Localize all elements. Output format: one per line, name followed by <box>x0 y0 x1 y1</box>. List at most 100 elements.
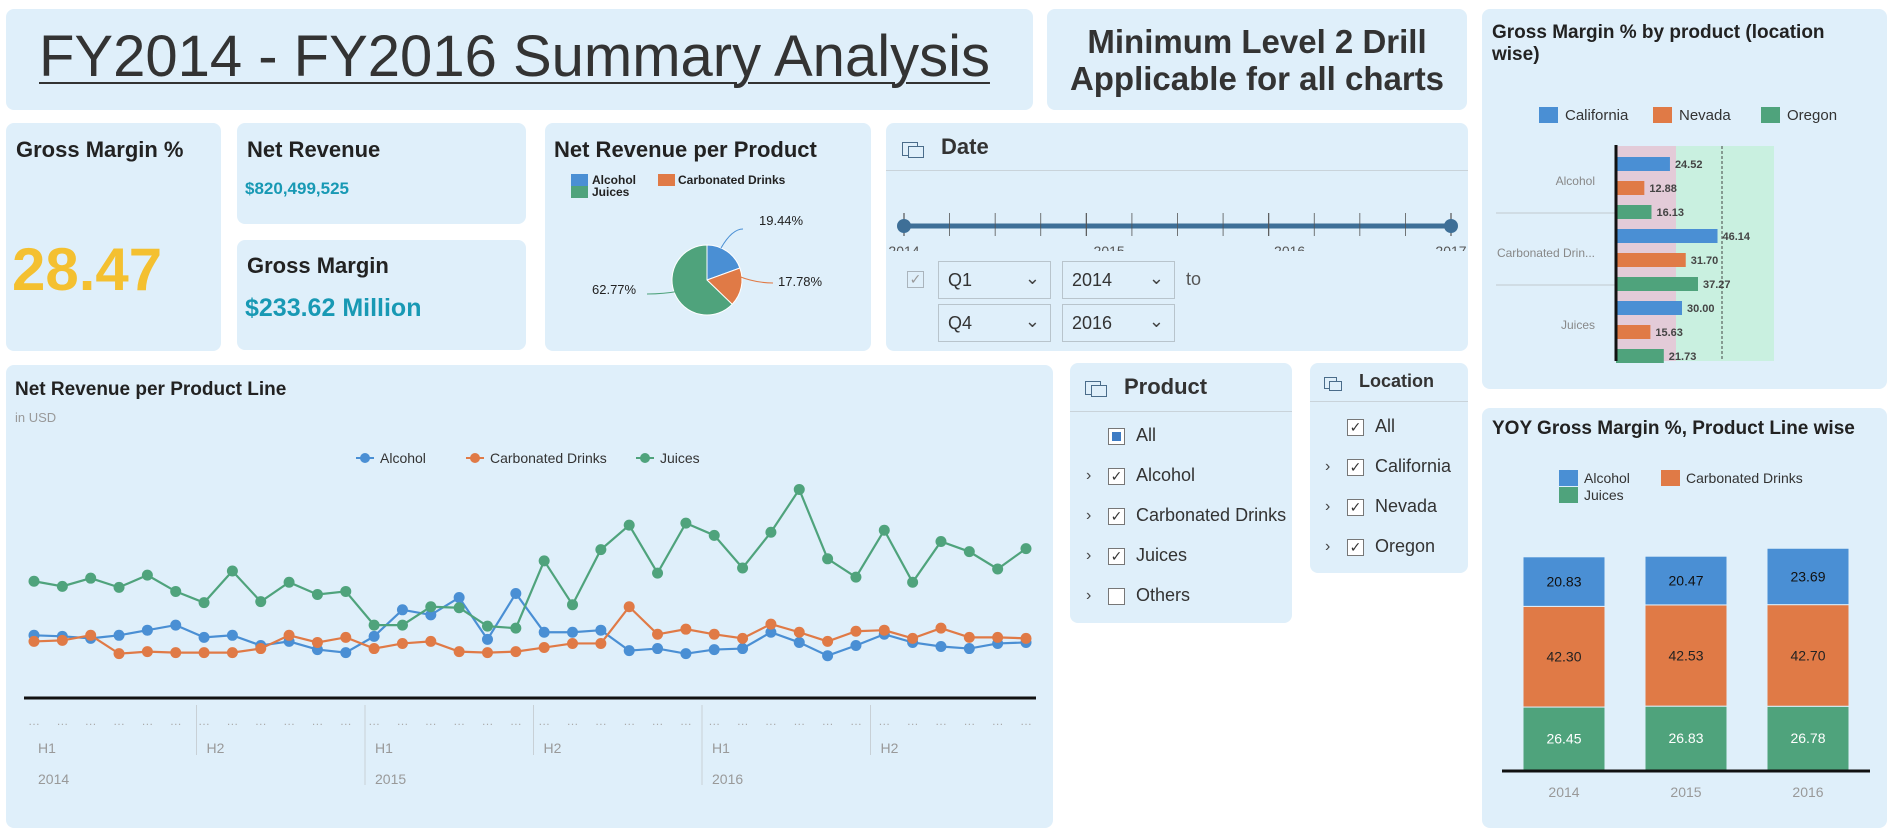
data-point <box>567 637 579 649</box>
data-point <box>595 624 607 636</box>
filter-item-label[interactable]: Carbonated Drinks <box>1136 505 1286 526</box>
data-point <box>878 524 890 536</box>
checkbox[interactable]: ✓ <box>1347 419 1364 436</box>
x-half-label: H2 <box>881 740 899 756</box>
data-point <box>737 562 749 574</box>
data-point <box>453 602 465 614</box>
line-chart[interactable]: Alcohol Carbonated Drinks Juices … … … … … … … … … …… <box>6 365 1053 828</box>
x-tick-label: … <box>963 714 975 728</box>
x-tick-label: … <box>141 714 153 728</box>
date-range-slider[interactable]: 2014 2015 2016 2017 <box>886 171 1468 251</box>
filter-icon <box>902 139 926 159</box>
data-point <box>793 636 805 648</box>
x-tick-label: … <box>340 714 352 728</box>
checkbox[interactable]: ✓ <box>1347 539 1364 556</box>
x-tick-label: … <box>907 714 919 728</box>
data-point <box>340 585 352 597</box>
x-tick-label: … <box>368 714 380 728</box>
pie-leader-line <box>720 228 744 249</box>
data-point <box>992 563 1004 575</box>
legend-label: Carbonated Drinks <box>490 450 607 466</box>
filter-item-label[interactable]: All <box>1375 416 1395 437</box>
data-point <box>595 637 607 649</box>
from-quarter-select[interactable]: Q1 ⌄ <box>938 261 1051 299</box>
drill-note-line-1: Minimum Level 2 Drill <box>1087 23 1427 60</box>
pie-leader-line <box>737 275 774 284</box>
data-label: 30.00 <box>1687 303 1715 315</box>
to-year-value: 2016 <box>1072 313 1113 333</box>
gross-margin-tile[interactable]: Gross Margin $233.62 Million <box>237 240 526 350</box>
filter-item-label[interactable]: Juices <box>1136 545 1187 566</box>
date-filter-tile: Date 2014 2015 2016 2017 ✓ Q1 ⌄ 2014 ⌄ to Q… <box>886 123 1468 351</box>
yoy-chart[interactable]: Alcohol Carbonated Drinks Juices 26.45 42.30… <box>1482 408 1887 828</box>
net-revenue-per-product-line-tile[interactable]: Net Revenue per Product Line in USD Alco… <box>6 365 1053 828</box>
gross-margin-pct-tile[interactable]: Gross Margin % 28.47 <box>6 123 221 351</box>
checkbox[interactable]: ✓ <box>1347 499 1364 516</box>
filter-item-label[interactable]: All <box>1136 425 1156 446</box>
x-tick-label: … <box>425 714 437 728</box>
net-revenue-tile[interactable]: Net Revenue $820,499,525 <box>237 123 526 224</box>
checkbox[interactable]: ✓ <box>1108 468 1125 485</box>
expand-chevron-icon[interactable]: › <box>1325 498 1330 516</box>
checkbox[interactable]: ✓ <box>1108 508 1125 525</box>
data-point <box>28 575 40 587</box>
expand-chevron-icon[interactable]: › <box>1086 507 1091 525</box>
expand-chevron-icon[interactable]: › <box>1325 538 1330 556</box>
expand-chevron-icon[interactable]: › <box>1086 547 1091 565</box>
expand-chevron-icon[interactable]: › <box>1086 467 1091 485</box>
data-point <box>652 628 664 640</box>
slider-handle-end <box>1444 219 1458 233</box>
data-point <box>680 623 692 635</box>
data-point <box>113 648 125 660</box>
data-point <box>170 619 182 631</box>
net-revenue-per-product-tile[interactable]: Net Revenue per Product Alcohol Carbonate… <box>545 123 871 351</box>
x-tick-label: … <box>737 714 749 728</box>
x-tick-label: … <box>822 714 834 728</box>
from-year-select[interactable]: 2014 ⌄ <box>1062 261 1175 299</box>
pie-data-label: 62.77% <box>592 282 637 297</box>
filter-item-label[interactable]: California <box>1375 456 1451 477</box>
checkbox[interactable]: ✓ <box>1347 459 1364 476</box>
checkbox[interactable] <box>1108 428 1125 445</box>
legend-label: Alcohol <box>1584 470 1630 486</box>
hbar-chart[interactable]: California Nevada Oregon Alcohol 24.52 12.88 1… <box>1482 9 1887 389</box>
bar <box>1616 205 1652 219</box>
to-quarter-select[interactable]: Q4 ⌄ <box>938 304 1051 342</box>
pie-chart[interactable]: Alcohol Carbonated DrinksJuices19.44%17.7… <box>545 123 871 351</box>
data-point <box>567 626 579 638</box>
data-point <box>850 640 862 651</box>
x-tick-label: … <box>538 714 550 728</box>
filter-item-label[interactable]: Others <box>1136 585 1190 606</box>
filter-item-label[interactable]: Oregon <box>1375 536 1435 557</box>
bar <box>1616 253 1686 267</box>
filter-item-label[interactable]: Nevada <box>1375 496 1437 517</box>
from-year-value: 2014 <box>1072 270 1113 290</box>
checkbox[interactable]: ✓ <box>1108 548 1125 565</box>
data-point <box>793 483 805 495</box>
checkbox[interactable] <box>1108 588 1125 605</box>
expand-chevron-icon[interactable]: › <box>1325 458 1330 476</box>
data-point <box>198 597 210 609</box>
x-tick-label: … <box>595 714 607 728</box>
to-year-select[interactable]: 2016 ⌄ <box>1062 304 1175 342</box>
x-tick-label: … <box>283 714 295 728</box>
filter-item-label[interactable]: Alcohol <box>1136 465 1195 486</box>
x-year-label: 2015 <box>375 771 406 787</box>
expand-chevron-icon[interactable]: › <box>1086 587 1091 605</box>
x-tick-label: … <box>1020 714 1032 728</box>
data-point <box>481 647 493 659</box>
x-tick-label: … <box>453 714 465 728</box>
data-point <box>822 553 834 565</box>
chevron-down-icon: ⌄ <box>1024 311 1040 331</box>
yoy-gross-margin-tile[interactable]: YOY Gross Margin %, Product Line wise Al… <box>1482 408 1887 828</box>
data-point <box>765 526 777 538</box>
gross-margin-by-location-tile[interactable]: Gross Margin % by product (location wise… <box>1482 9 1887 389</box>
category-label: Carbonated Drin... <box>1497 246 1595 260</box>
legend-label: Oregon <box>1787 107 1837 124</box>
date-filter-checkbox[interactable]: ✓ <box>907 271 924 288</box>
data-point <box>170 585 182 597</box>
data-label: 15.63 <box>1655 327 1683 339</box>
data-point <box>822 650 834 662</box>
x-half-label: H2 <box>207 740 225 756</box>
data-point <box>680 648 692 660</box>
